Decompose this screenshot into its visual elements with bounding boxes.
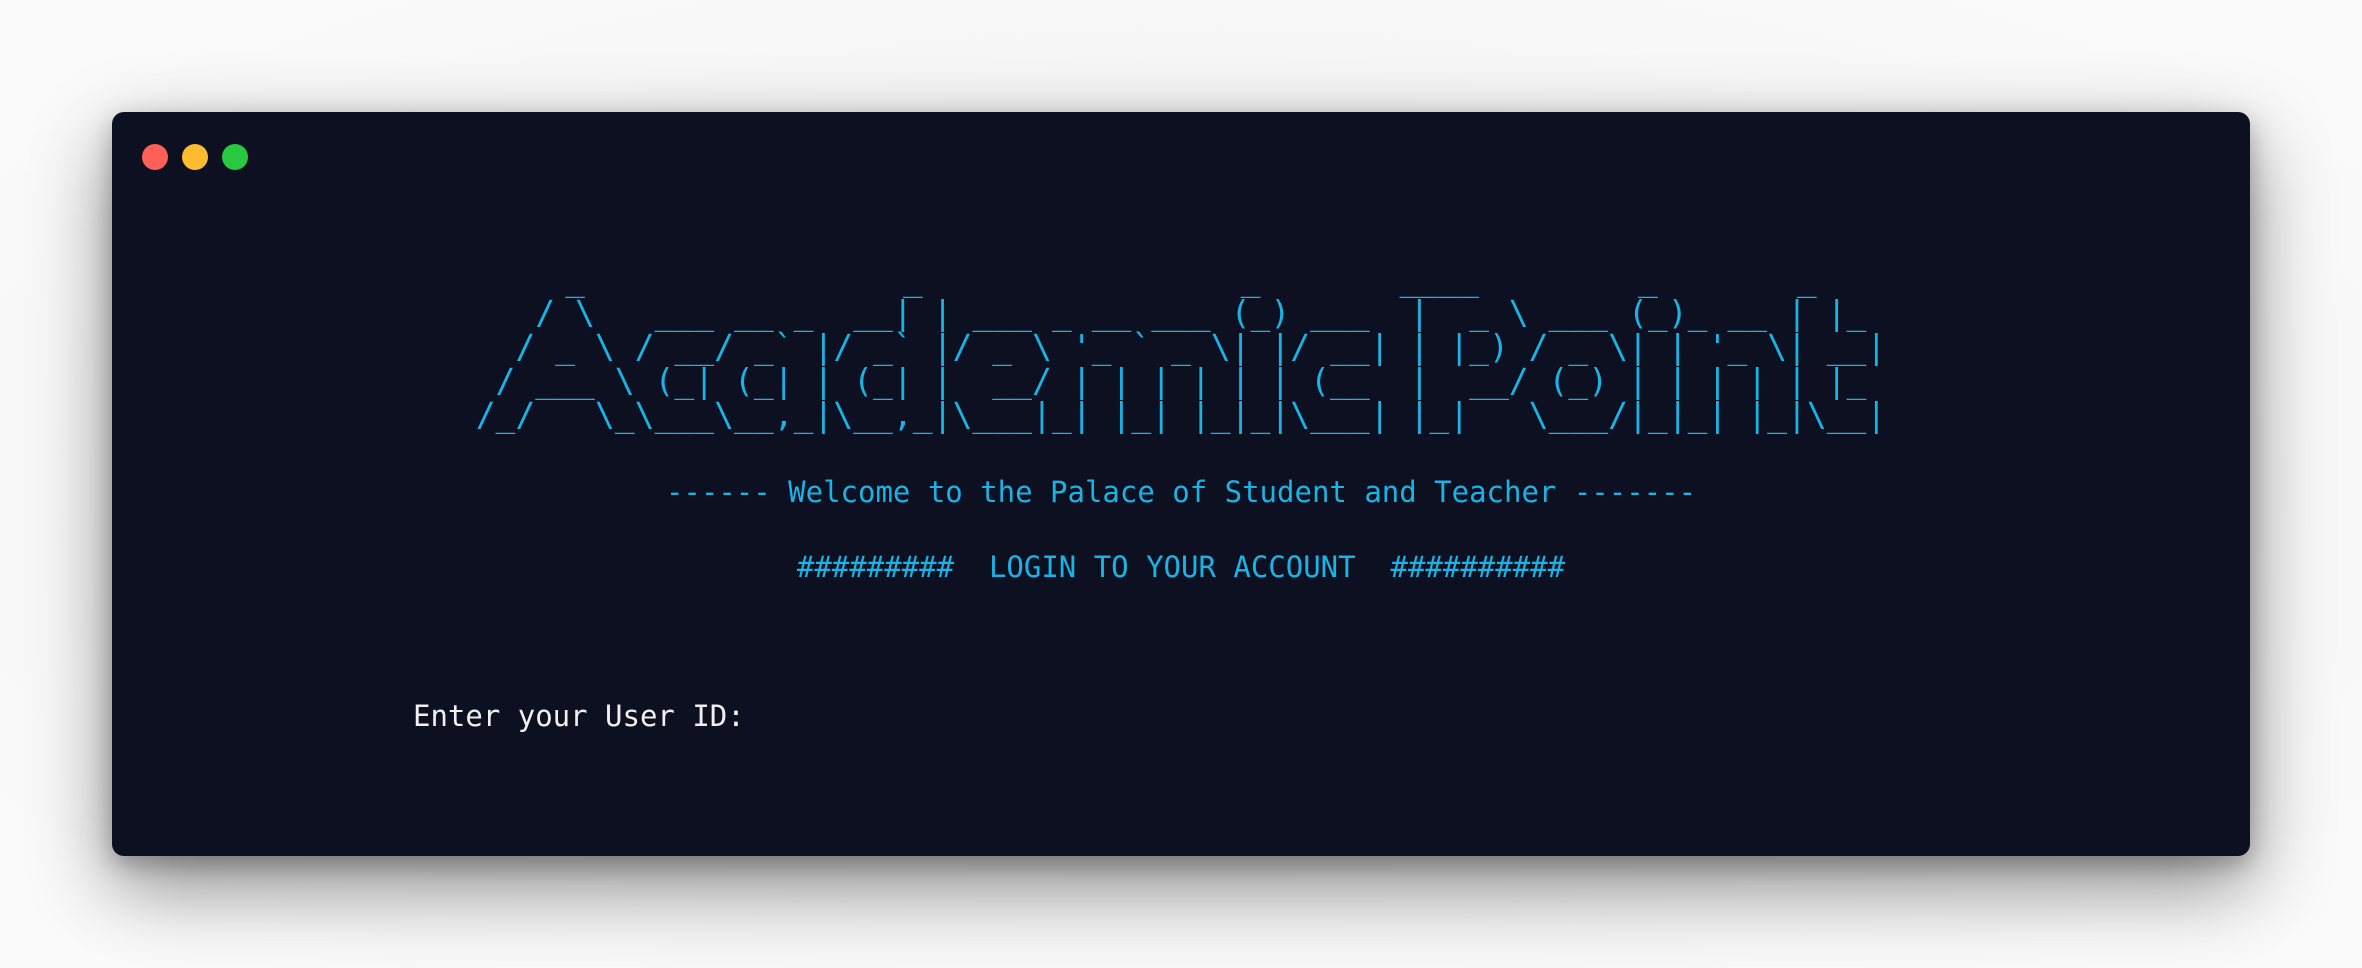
terminal-body[interactable]: _ _ _ ____ _ _ / \ ___ __ _ __| | ___ _ … [112,112,2250,856]
ascii-banner-line: /_/ \_\___\__,_|\__,_|\___|_| |_| |_|_|\… [475,395,1887,434]
ascii-banner: _ _ _ ____ _ _ / \ ___ __ _ __| | ___ _ … [112,262,2250,432]
desktop-background: _ _ _ ____ _ _ / \ ___ __ _ __| | ___ _ … [0,0,2362,968]
ascii-banner-line: / \ ___ __ _ __| | ___ _ __ ___ (_) ___ … [475,293,1887,332]
user-id-prompt: Enter your User ID: [413,698,1359,734]
terminal-window: _ _ _ ____ _ _ / \ ___ __ _ __| | ___ _ … [112,112,2250,856]
ascii-banner-line: / ___ \ (_| (_| | (_| | __/ | | | | | | … [475,361,1887,400]
user-id-input[interactable] [744,699,1359,733]
ascii-banner-line: / _ \ / __/ _` |/ _` |/ _ \ '_ ` _ \| |/… [475,327,1887,366]
welcome-message: ------ Welcome to the Palace of Student … [665,475,1697,509]
login-heading: ######### LOGIN TO YOUR ACCOUNT ########… [796,550,1566,584]
ascii-banner-line: _ _ _ ____ _ _ [485,259,1877,298]
user-id-label: Enter your User ID: [413,699,745,733]
